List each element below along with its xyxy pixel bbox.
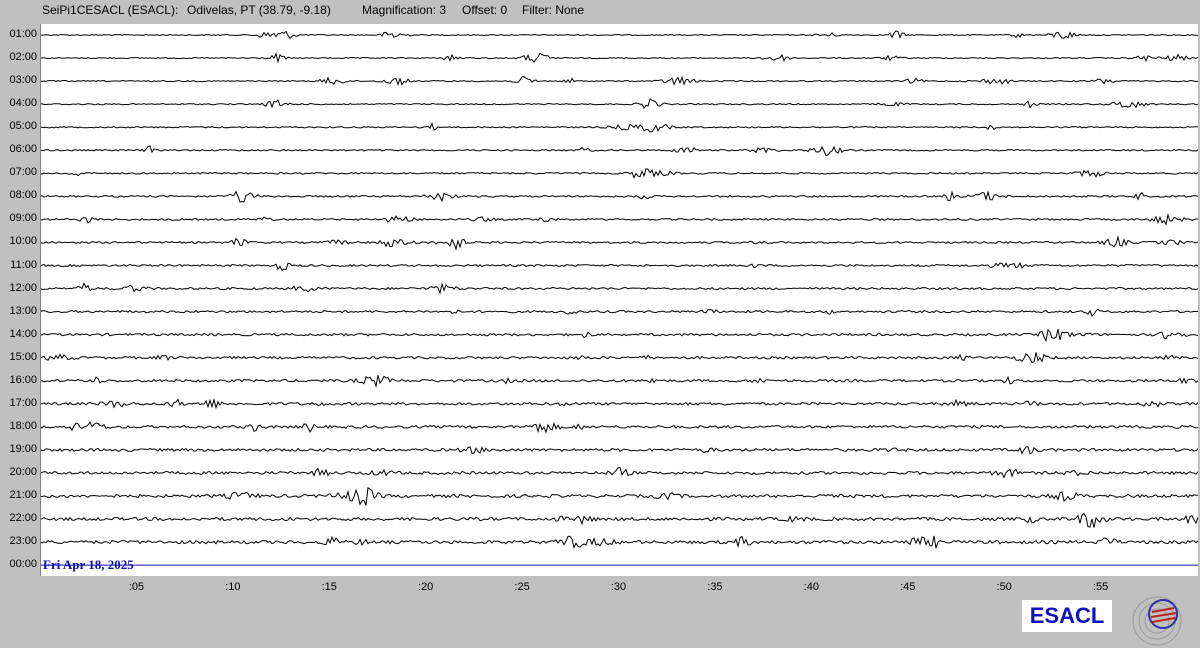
minute-tick-label: :40 [803,581,819,593]
hour-trace [41,535,1198,550]
minute-tick-label: :35 [707,581,723,593]
hour-label: 12:00 [9,281,37,294]
station-location: Odivelas, PT (38.79, -9.18) [187,3,331,17]
hour-label: 00:00 [9,558,37,571]
hour-trace [41,282,1198,295]
globe-logo-icon [1132,596,1182,646]
hour-trace [41,467,1198,479]
hour-label: 09:00 [9,212,37,225]
hour-trace [41,235,1198,251]
hour-label: 15:00 [9,350,37,363]
hour-label: 18:00 [9,419,37,432]
hour-trace [41,308,1198,317]
hour-trace [41,75,1198,87]
minute-tick-label: :45 [900,581,916,593]
hour-trace [41,446,1198,455]
offset-value: Offset: 0 [462,3,508,17]
minute-tick-label: :20 [418,581,434,593]
hour-trace [41,190,1198,203]
seismogram-plot [40,24,1198,576]
hour-trace [41,213,1198,226]
minute-tick-label: :50 [996,581,1012,593]
filter-value: Filter: None [522,3,585,17]
minute-tick-label: :55 [1092,581,1109,593]
hour-label: 03:00 [9,74,37,87]
hour-trace [41,375,1198,389]
hour-label: 10:00 [9,235,37,248]
hour-trace [41,122,1198,133]
hour-label: 07:00 [9,166,37,179]
minute-tick-label: :05 [128,581,145,593]
hour-label: 23:00 [9,535,37,548]
station-name: SeiPi1CESACL (ESACL): [42,3,179,17]
hour-trace [41,421,1198,434]
hour-label: 21:00 [9,489,37,501]
hour-trace [41,168,1198,179]
minute-tick-label: :10 [225,581,241,593]
magnification-value: Magnification: 3 [362,3,447,17]
hour-trace [41,145,1198,157]
hour-trace [41,328,1198,343]
hour-trace [41,261,1198,272]
hour-label: 20:00 [9,465,37,478]
hour-trace [41,30,1198,40]
minute-tick-label: :30 [610,581,627,593]
minute-tick-label: :25 [514,581,530,593]
hour-label: 05:00 [9,120,37,133]
hour-label: 19:00 [9,442,37,455]
minute-tick-label: :15 [321,581,337,593]
hour-trace [41,512,1198,528]
hour-label: 22:00 [9,512,37,525]
hour-label: 02:00 [9,51,37,64]
hour-label: 01:00 [9,28,37,40]
current-date-label: Fri Apr 18, 2025 [43,557,134,572]
hour-trace [41,98,1198,110]
hour-label: 14:00 [9,327,37,340]
hour-label: 17:00 [9,396,37,409]
hour-label: 08:00 [9,189,37,202]
hour-trace [41,52,1198,64]
esacl-logo: ESACL [1022,600,1112,632]
hour-trace [41,397,1198,410]
hour-label: 04:00 [9,97,37,110]
hour-trace [41,352,1198,364]
hour-label: 11:00 [10,258,37,271]
trace-canvas [41,30,1198,566]
hour-label: 13:00 [9,304,37,317]
header-bar: SeiPi1CESACL (ESACL): Odivelas, PT (38.7… [0,0,1200,22]
hour-trace [41,486,1198,506]
hour-label: 16:00 [9,373,37,386]
hour-label: 06:00 [9,143,37,156]
